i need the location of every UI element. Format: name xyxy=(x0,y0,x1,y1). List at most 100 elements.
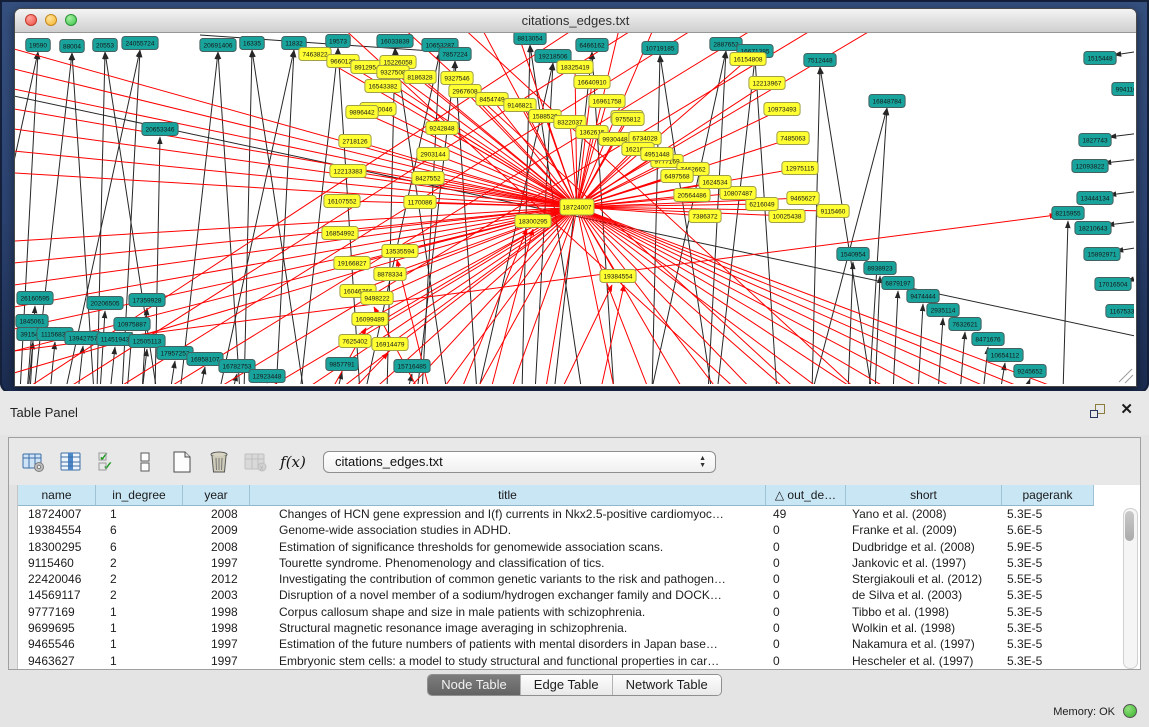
graph-node-label: 9327546 xyxy=(444,75,470,82)
graph-node-label: 12213383 xyxy=(334,168,363,175)
graph-node-label: 8938923 xyxy=(867,265,893,272)
column-header-pagerank[interactable]: pagerank xyxy=(1002,485,1094,506)
zoom-window-icon[interactable] xyxy=(65,14,77,26)
table-cell: 1 xyxy=(96,506,183,522)
table-cell: 5.3E-5 xyxy=(1002,653,1094,669)
graph-edge xyxy=(110,347,115,384)
table-cell: 1998 xyxy=(183,620,250,636)
scrollbar-thumb[interactable] xyxy=(1125,511,1134,541)
column-header-year[interactable]: year xyxy=(183,485,250,506)
table-cell: 1 xyxy=(96,636,183,652)
graph-node-label: 7386372 xyxy=(692,213,718,220)
table-cell: 2 xyxy=(96,571,183,587)
column-header-out_de[interactable]: △ out_de… xyxy=(766,485,846,506)
graph-node-label: 1540954 xyxy=(840,251,866,258)
graph-node-label: 6466162 xyxy=(579,42,605,49)
column-header-in_degree[interactable]: in_degree xyxy=(96,485,183,506)
delete-table-icon[interactable] xyxy=(206,449,232,475)
memory-status-label: Memory: OK xyxy=(1053,706,1115,718)
table-row[interactable]: 1830029562008Estimation of significance … xyxy=(18,539,1094,555)
vertical-scrollbar[interactable] xyxy=(1123,508,1138,669)
close-panel-icon[interactable]: ✕ xyxy=(1120,401,1133,419)
table-row[interactable]: 977716911998Corpus callosum shape and si… xyxy=(18,604,1094,620)
graph-node-label: 2718126 xyxy=(342,138,368,145)
close-window-icon[interactable] xyxy=(25,14,37,26)
table-cell: 0 xyxy=(766,539,846,555)
new-table-icon[interactable] xyxy=(169,449,195,475)
function-builder-icon[interactable]: f(x) xyxy=(280,449,306,475)
graph-node-label: 19218506 xyxy=(539,53,568,60)
float-panel-icon[interactable] xyxy=(1090,404,1105,418)
tab-network-table[interactable]: Network Table xyxy=(613,675,721,695)
graph-edge xyxy=(15,151,577,207)
graph-node-label: 7857224 xyxy=(442,51,468,58)
graph-edge xyxy=(276,50,294,384)
graph-node-label: 16154808 xyxy=(734,56,763,63)
table-cell: 0 xyxy=(766,587,846,603)
graph-node-label: 16099489 xyxy=(356,316,385,323)
graph-node-label: 24055724 xyxy=(126,40,155,47)
graph-edge xyxy=(300,48,338,384)
table-row[interactable]: 2242004622012Investigating the contribut… xyxy=(18,571,1094,587)
graph-node-label: 9857791 xyxy=(329,361,355,368)
table-cell: 9699695 xyxy=(18,620,96,636)
graph-node-label: 10973493 xyxy=(768,106,797,113)
graph-node-label: 2935114 xyxy=(931,307,956,314)
table-cell: 2009 xyxy=(183,522,250,538)
table-cell: 5.3E-5 xyxy=(1002,620,1094,636)
table-cell: 5.3E-5 xyxy=(1002,587,1094,603)
tab-edge-table[interactable]: Edge Table xyxy=(521,675,613,695)
graph-node-label: 9146821 xyxy=(507,102,533,109)
graph-node-label: 16958107 xyxy=(191,356,220,363)
table-settings-icon[interactable] xyxy=(21,449,47,475)
graph-node-label: 9498222 xyxy=(364,295,390,302)
table-cell: 0 xyxy=(766,653,846,669)
graph-node-label: 8186328 xyxy=(407,74,433,81)
minimize-window-icon[interactable] xyxy=(45,14,57,26)
column-header-short[interactable]: short xyxy=(846,485,1002,506)
table-cell: 18724007 xyxy=(18,506,96,522)
graph-node-label: 11451943 xyxy=(101,336,130,343)
table-row[interactable]: 1456911722003Disruption of a novel membe… xyxy=(18,587,1094,603)
table-panel-body: ✓✓ x f(x) citations_edges.txt ▲▼ namein_… xyxy=(8,437,1141,670)
table-cell: 18300295 xyxy=(18,539,96,555)
network-window-titlebar[interactable]: citations_edges.txt xyxy=(15,9,1136,33)
graph-node-label: 7625402 xyxy=(342,338,368,345)
show-columns-icon[interactable] xyxy=(58,449,84,475)
graph-node-label: 12093822 xyxy=(1076,163,1105,170)
table-row[interactable]: 911546021997Tourette syndrome. Phenomeno… xyxy=(18,555,1094,571)
svg-text:✓: ✓ xyxy=(103,459,113,473)
tab-node-table[interactable]: Node Table xyxy=(428,675,521,695)
column-header-title[interactable]: title xyxy=(250,485,766,506)
graph-node-label: 17359928 xyxy=(133,297,162,304)
table-row[interactable]: 946554611997Estimation of the future num… xyxy=(18,636,1094,652)
table-cell: 6 xyxy=(96,522,183,538)
graph-node-label: 8215955 xyxy=(1055,210,1081,217)
graph-node-label: 6879197 xyxy=(885,280,911,287)
table-row[interactable]: 1938455462009Genome-wide association stu… xyxy=(18,522,1094,538)
table-row[interactable]: 969969511998Structural magnetic resonanc… xyxy=(18,620,1094,636)
column-header-name[interactable]: name xyxy=(18,485,96,506)
table-cell: 5.5E-5 xyxy=(1002,571,1094,587)
table-cell: Investigating the contribution of common… xyxy=(250,571,766,587)
table-cell: Tourette syndrome. Phenomenology and cla… xyxy=(250,555,766,571)
network-canvas[interactable]: 1959088004205532405572420691406163351183… xyxy=(15,33,1134,384)
table-cell: 1998 xyxy=(183,604,250,620)
table-body: 1872400712008Changes of HCN gene express… xyxy=(18,506,1094,669)
select-all-icon[interactable]: ✓✓ xyxy=(95,449,121,475)
table-cell: 1997 xyxy=(183,555,250,571)
table-panel-title: Table Panel xyxy=(10,405,78,420)
table-selector-dropdown[interactable]: citations_edges.txt ▲▼ xyxy=(323,451,716,473)
network-graph[interactable]: 1959088004205532405572420691406163351183… xyxy=(15,33,1134,384)
graph-node-label: 10025438 xyxy=(773,213,802,220)
graph-node-label: 9896442 xyxy=(349,109,375,116)
deselect-rows-icon[interactable] xyxy=(132,449,158,475)
table-panel-header: Table Panel ✕ xyxy=(0,391,1149,435)
table-cell: Franke et al. (2009) xyxy=(846,522,1002,538)
graph-node-label: 9327508 xyxy=(380,69,406,76)
table-row[interactable]: 1872400712008Changes of HCN gene express… xyxy=(18,506,1094,522)
table-row[interactable]: 946362711997Embryonic stem cells: a mode… xyxy=(18,653,1094,669)
table-cell: 1 xyxy=(96,604,183,620)
graph-edge xyxy=(362,112,577,207)
graph-node-label: 13535594 xyxy=(386,248,415,255)
